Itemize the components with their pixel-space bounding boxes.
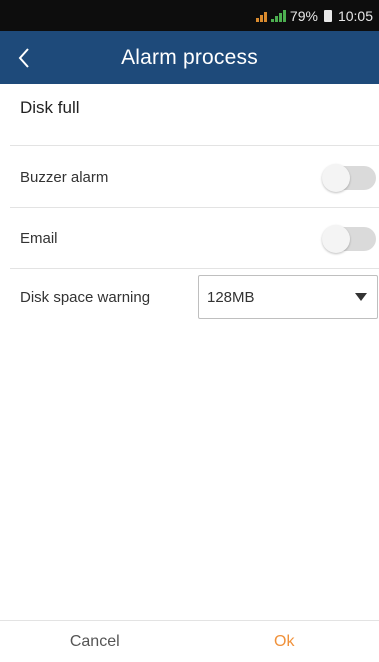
page-title: Alarm process (121, 45, 258, 69)
buzzer-alarm-label: Buzzer alarm (20, 168, 109, 186)
cancel-button[interactable]: Cancel (0, 621, 190, 662)
ok-button[interactable]: Ok (189, 621, 379, 662)
buzzer-alarm-row: Buzzer alarm (0, 147, 379, 207)
toggle-knob (322, 164, 350, 192)
section-title: Disk full (20, 98, 80, 117)
battery-icon (323, 9, 332, 22)
back-button[interactable] (4, 31, 44, 84)
email-label: Email (20, 229, 58, 247)
chevron-left-icon (18, 47, 29, 68)
email-toggle[interactable] (322, 225, 376, 253)
footer-bar: Cancel Ok (0, 620, 379, 662)
dropdown-arrow-icon (355, 293, 367, 301)
divider (10, 145, 379, 146)
signal-green-icon (270, 9, 286, 22)
disk-space-warning-label: Disk space warning (20, 288, 151, 306)
disk-space-warning-select[interactable]: 128MB (198, 275, 378, 319)
title-bar: Alarm process (0, 31, 379, 84)
select-value: 128MB (207, 288, 255, 306)
battery-percent: 79% (289, 7, 318, 24)
signal-orange-icon (255, 10, 267, 22)
toggle-knob (322, 225, 350, 253)
clock: 10:05 (337, 7, 373, 24)
email-row: Email (0, 208, 379, 268)
buzzer-alarm-toggle[interactable] (322, 164, 376, 192)
status-bar: 79% 10:05 (0, 0, 379, 31)
